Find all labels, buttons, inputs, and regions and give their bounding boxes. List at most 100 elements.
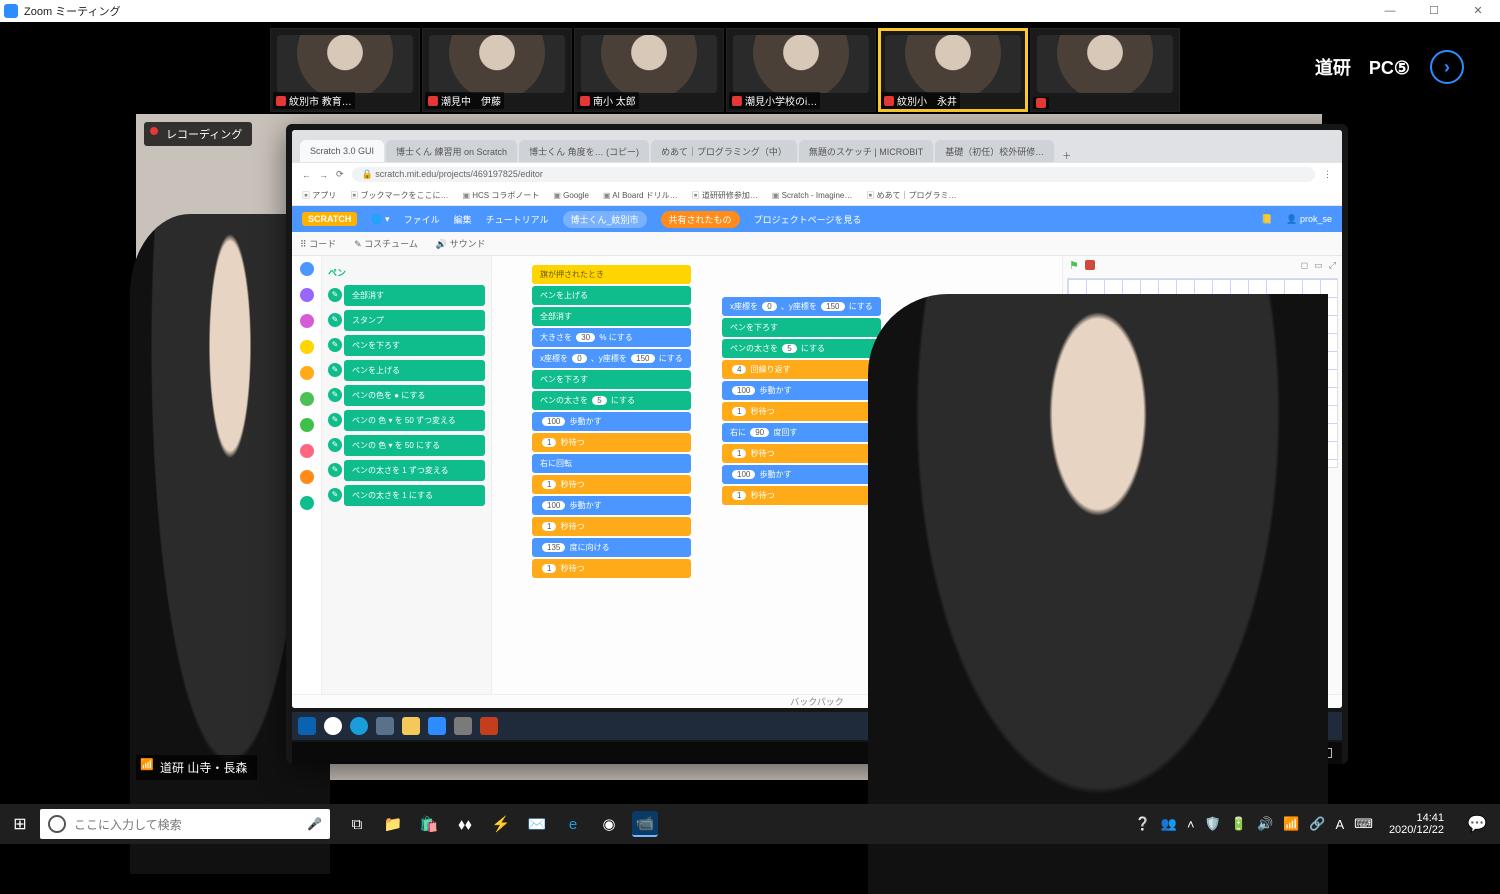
category-dot[interactable] — [300, 262, 314, 276]
menu-edit[interactable]: 編集 — [454, 213, 472, 226]
bookmark-item[interactable]: HCS コラボノート — [462, 190, 539, 201]
code-block[interactable]: ペンの太さを 5 にする — [722, 339, 881, 358]
category-dot[interactable] — [300, 418, 314, 432]
explorer2-icon[interactable] — [402, 717, 420, 735]
code-block[interactable]: 全部消す — [532, 307, 691, 326]
fullscreen-icon[interactable]: ⤢ — [1329, 260, 1336, 271]
code-block[interactable]: 1 秒待つ — [722, 486, 881, 505]
code-block[interactable]: 100 歩動かす — [722, 465, 881, 484]
browser-tab[interactable]: 無題のスケッチ | MICROBIT — [799, 140, 933, 162]
bookmark-item[interactable]: Google — [553, 191, 589, 200]
close-button[interactable]: ✕ — [1456, 0, 1500, 22]
category-dot[interactable] — [300, 470, 314, 484]
volume-icon[interactable]: 🔊 — [1257, 816, 1273, 832]
palette-block[interactable]: 全部消す — [344, 285, 485, 306]
participant-tile[interactable]: 潮見小学校のi… — [726, 28, 876, 112]
palette-block[interactable]: ペンの 色 ▾ を 50 ずつ変える — [344, 410, 485, 431]
category-dot[interactable] — [300, 288, 314, 302]
code-block[interactable]: 1 秒待つ — [722, 444, 881, 463]
participant-tile[interactable]: 紋別小 永井 — [878, 28, 1028, 112]
link-icon[interactable]: 🔗 — [1309, 816, 1325, 832]
browser-menu-icon[interactable]: ⋮ — [1323, 169, 1332, 180]
category-dot[interactable] — [300, 444, 314, 458]
bookmark-item[interactable]: ブックマークをここに… — [350, 190, 448, 201]
folder-icon[interactable]: 📒 — [1261, 214, 1272, 225]
code-block[interactable]: 1 秒待つ — [532, 517, 691, 536]
code-block[interactable]: ペンを下ろす — [722, 318, 881, 337]
bookmark-item[interactable]: AI Board ドリル… — [603, 190, 678, 201]
search-icon[interactable] — [324, 717, 342, 735]
code-block[interactable]: x座標を 0 、y座標を 150 にする — [532, 349, 691, 368]
code-block[interactable]: ペンを下ろす — [532, 370, 691, 389]
new-tab-button[interactable]: ＋ — [1056, 149, 1077, 162]
code-block[interactable]: 右に 90 度回す — [722, 423, 881, 442]
code-block[interactable]: ペンの太さを 5 にする — [532, 391, 691, 410]
edge-icon[interactable] — [350, 717, 368, 735]
settings2-icon[interactable] — [454, 717, 472, 735]
zoom-task-icon[interactable]: 📹 — [632, 811, 658, 837]
code-block[interactable]: 旗が押されたとき — [532, 265, 691, 284]
code-block[interactable]: 1 秒待つ — [532, 475, 691, 494]
help-icon[interactable]: ❔ — [1135, 816, 1151, 832]
code-block[interactable]: 4 回繰り返す — [722, 360, 881, 379]
green-flag-icon[interactable]: ⚑ — [1069, 259, 1079, 272]
palette-block[interactable]: ペンの太さを 1 にする — [344, 485, 485, 506]
edge-icon[interactable]: e — [560, 811, 586, 837]
battery-icon[interactable]: 🔋 — [1231, 816, 1247, 832]
tray-expand-icon[interactable]: ˄ — [1187, 817, 1195, 832]
task-view-icon[interactable]: ⧉ — [344, 811, 370, 837]
maximize-button[interactable]: ☐ — [1412, 0, 1456, 22]
mic-icon[interactable]: 🎤 — [307, 817, 322, 831]
code-block[interactable]: 100 歩動かす — [722, 381, 881, 400]
code-block[interactable]: 100 歩動かす — [532, 496, 691, 515]
nav-forward-icon[interactable]: → — [319, 170, 328, 180]
bookmark-item[interactable]: めあて｜プログラミ… — [866, 190, 956, 201]
stage-large-icon[interactable]: ▭ — [1314, 260, 1323, 271]
chrome-icon[interactable]: ◉ — [596, 811, 622, 837]
code-block[interactable]: 1 秒待つ — [532, 433, 691, 452]
code-block[interactable]: 135 度に向ける — [532, 538, 691, 557]
next-page-button[interactable]: › — [1430, 50, 1464, 84]
share-status[interactable]: 共有されたもの — [661, 211, 740, 228]
code-block[interactable]: x座標を 0 、y座標を 150 にする — [722, 297, 881, 316]
code-block[interactable]: 大きさを 30 % にする — [532, 328, 691, 347]
code-block[interactable]: ペンを上げる — [532, 286, 691, 305]
app-icon[interactable] — [428, 717, 446, 735]
tab-sound[interactable]: 🔊 サウンド — [436, 237, 486, 250]
code-block[interactable]: 右に回転 — [532, 454, 691, 473]
code-block[interactable]: 1 秒待つ — [722, 402, 881, 421]
category-dot[interactable] — [300, 392, 314, 406]
win-start-icon[interactable] — [298, 717, 316, 735]
script-cluster-b[interactable]: x座標を 0 、y座標を 150 にするペンを下ろすペンの太さを 5 にする 4 … — [722, 296, 881, 506]
palette-block[interactable]: ペンを下ろす — [344, 335, 485, 356]
menu-tutorial[interactable]: チュートリアル — [486, 213, 549, 226]
script-cluster-a[interactable]: 旗が押されたときペンを上げる全部消す大きさを 30 % にする x座標を 0 、y… — [532, 264, 691, 579]
address-bar[interactable]: 🔒 scratch.mit.edu/projects/469197825/edi… — [352, 167, 1315, 182]
nav-reload-icon[interactable]: ⟳ — [336, 169, 344, 180]
palette-block[interactable]: ペンの色を ● にする — [344, 385, 485, 406]
user-menu[interactable]: 👤 prok_se — [1286, 214, 1332, 225]
bookmark-item[interactable]: Scratch - Imagine… — [772, 191, 852, 200]
mail-icon[interactable]: ✉️ — [524, 811, 550, 837]
see-project-page[interactable]: プロジェクトページを見る — [754, 213, 862, 226]
ppt-icon[interactable] — [480, 717, 498, 735]
stage-small-icon[interactable]: ◻ — [1301, 260, 1308, 271]
participant-tile[interactable]: 南小 太郎 — [574, 28, 724, 112]
tab-costume[interactable]: ✎ コスチューム — [354, 237, 418, 250]
defender-icon[interactable]: 🛡️ — [1205, 816, 1221, 832]
browser-tab[interactable]: 博士くん 角度を… (コピー) — [519, 140, 649, 162]
browser-tab[interactable]: 基礎（初任）校外研修… — [935, 140, 1054, 162]
people-icon[interactable]: 👥 — [1161, 816, 1177, 832]
ime-icon[interactable]: A — [1336, 817, 1345, 832]
explorer-icon[interactable]: 📁 — [380, 811, 406, 837]
palette-block[interactable]: ペンの 色 ▾ を 50 にする — [344, 435, 485, 456]
participant-tile[interactable]: 紋別市 教育… — [270, 28, 420, 112]
lightning-icon[interactable]: ⚡ — [488, 811, 514, 837]
participant-tile[interactable] — [1030, 28, 1180, 112]
bookmark-item[interactable]: 道研研修参加… — [692, 190, 758, 201]
stop-icon[interactable] — [1085, 260, 1095, 270]
globe-icon[interactable]: 🌐 ▾ — [371, 214, 389, 225]
nav-back-icon[interactable]: ← — [302, 170, 311, 180]
category-dot[interactable] — [300, 366, 314, 380]
browser-tab[interactable]: 博士くん 練習用 on Scratch — [386, 140, 517, 162]
